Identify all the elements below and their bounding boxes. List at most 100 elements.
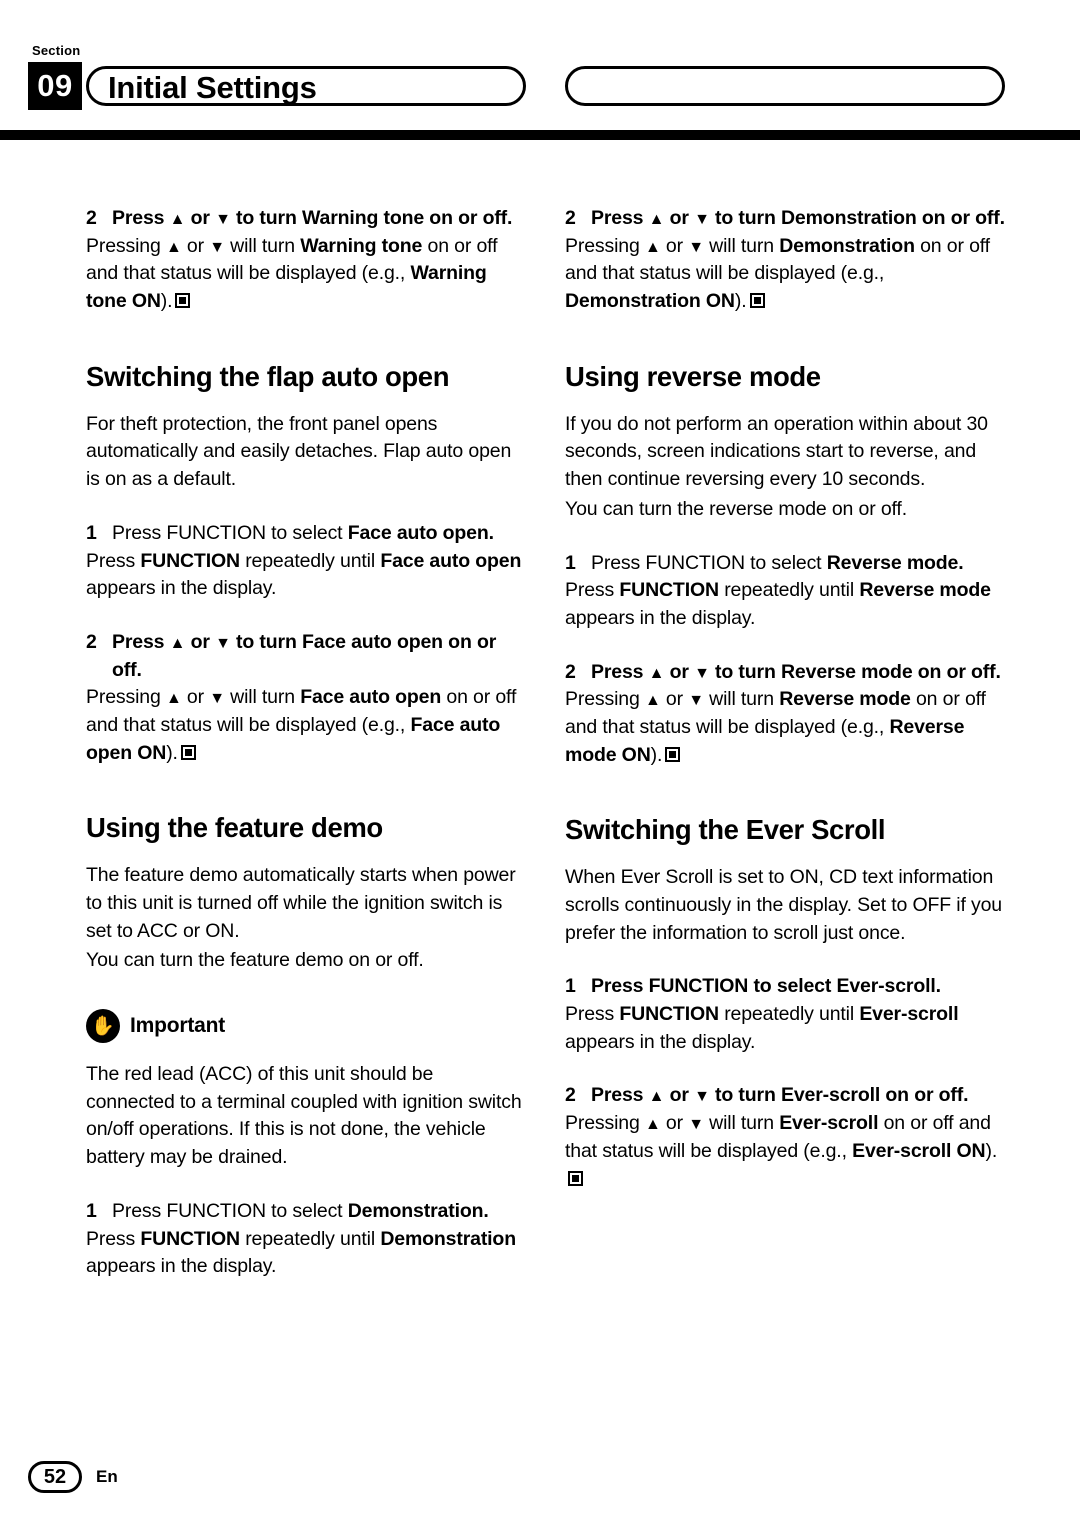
text-p3: appears in the display. bbox=[86, 577, 277, 600]
step-text: Press FUNCTION to select Ever-scroll. bbox=[591, 975, 941, 998]
end-marker-icon bbox=[175, 293, 191, 309]
step-text-b: to turn Ever-scroll on or off. bbox=[709, 1084, 969, 1107]
end-marker-icon bbox=[568, 1170, 583, 1186]
ever-step1-body: Press FUNCTION repeatedly until Ever-scr… bbox=[565, 1001, 1005, 1056]
step-text: Press FUNCTION to select Reverse mode. bbox=[591, 550, 1005, 578]
down-arrow-icon: ▼ bbox=[209, 238, 225, 256]
text-bold1: Face auto open bbox=[300, 686, 442, 709]
step-text-bold: Face auto open. bbox=[347, 521, 494, 544]
page-header: Section 09 Initial Settings bbox=[0, 0, 1080, 140]
section-label: Section bbox=[32, 43, 81, 58]
up-arrow-icon: ▲ bbox=[648, 211, 665, 228]
text-or: or bbox=[660, 234, 689, 257]
text-or: or bbox=[181, 686, 210, 709]
demonstration-body: Pressing ▲ or ▼ will turn Demonstration … bbox=[565, 233, 1005, 316]
text-p2: repeatedly until bbox=[718, 579, 860, 602]
flap-step1-body: Press FUNCTION repeatedly until Face aut… bbox=[86, 548, 526, 603]
text-p2: will turn bbox=[703, 1112, 780, 1135]
down-arrow-icon: ▼ bbox=[209, 690, 225, 708]
step-number: 2 bbox=[565, 1084, 576, 1107]
up-arrow-icon: ▲ bbox=[165, 690, 182, 708]
text-bold1: FUNCTION bbox=[619, 1003, 719, 1026]
step-text: Press ▲ or ▼ to turn Demonstration on or… bbox=[591, 205, 1005, 233]
text-p1: Pressing bbox=[565, 234, 645, 257]
down-arrow-icon: ▼ bbox=[688, 1116, 704, 1134]
text-p2: repeatedly until bbox=[718, 1003, 860, 1026]
down-arrow-icon: ▼ bbox=[688, 692, 704, 710]
step-text-bold: Demonstration. bbox=[347, 1199, 489, 1222]
text-p4: ). bbox=[650, 743, 663, 766]
step-text-or: or bbox=[185, 207, 216, 229]
text-p1: Pressing bbox=[565, 1112, 645, 1135]
step-text-a: Press bbox=[112, 207, 170, 229]
up-arrow-icon: ▲ bbox=[644, 1116, 661, 1134]
text-p4: ). bbox=[985, 1139, 998, 1162]
step-text-b: to turn Reverse mode on or off. bbox=[709, 660, 1001, 683]
step-text-reg: Press FUNCTION to select bbox=[591, 551, 827, 574]
step-warning-tone: 2 Press ▲ or ▼ to turn Warning tone on o… bbox=[86, 205, 526, 233]
text-bold2: Ever-scroll bbox=[859, 1003, 959, 1026]
text-p2: will turn bbox=[224, 234, 301, 257]
step-text-reg: Press FUNCTION to select bbox=[112, 1199, 348, 1222]
step-text-or: or bbox=[664, 207, 695, 229]
step-number: 2 bbox=[86, 207, 97, 229]
step-number: 1 bbox=[565, 551, 576, 574]
step-ever-2: 2 Press ▲ or ▼ to turn Ever-scroll on or… bbox=[565, 1082, 1005, 1110]
text-p1: Pressing bbox=[565, 688, 645, 711]
page-language: En bbox=[96, 1467, 118, 1486]
demo-intro2: You can turn the feature demo on or off. bbox=[86, 949, 424, 972]
page-title: Initial Settings bbox=[108, 70, 317, 105]
ever-step2-body: Pressing ▲ or ▼ will turn Ever-scroll on… bbox=[565, 1110, 1005, 1193]
down-arrow-icon: ▼ bbox=[215, 211, 231, 228]
up-arrow-icon: ▲ bbox=[169, 211, 186, 228]
down-arrow-icon: ▼ bbox=[215, 634, 231, 652]
step-text: Press FUNCTION to select Demonstration. bbox=[112, 1198, 526, 1226]
step-text-a: Press bbox=[591, 1084, 649, 1107]
text-p4: ). bbox=[734, 290, 747, 313]
text-or: or bbox=[660, 688, 689, 711]
text-p2: will turn bbox=[703, 234, 780, 257]
text-p3: appears in the display. bbox=[86, 1255, 277, 1278]
step-number: 1 bbox=[565, 975, 576, 998]
step-reverse-1: 1 Press FUNCTION to select Reverse mode. bbox=[565, 550, 1005, 578]
text-p1: Press bbox=[86, 1227, 141, 1250]
text-or: or bbox=[660, 1112, 689, 1135]
text-p1: Press bbox=[86, 549, 141, 572]
text-p2: will turn bbox=[224, 686, 301, 709]
text-bold1: FUNCTION bbox=[140, 549, 240, 572]
text-bold1: Reverse mode bbox=[779, 688, 911, 711]
flap-step2-body: Pressing ▲ or ▼ will turn Face auto open… bbox=[86, 684, 526, 767]
up-arrow-icon: ▲ bbox=[644, 238, 661, 256]
demo-intro: The feature demo automatically starts wh… bbox=[86, 864, 516, 942]
page-number-badge: 52 bbox=[28, 1461, 82, 1493]
step-text-or: or bbox=[664, 660, 695, 683]
text-or: or bbox=[181, 234, 210, 257]
text-p1: Pressing bbox=[86, 234, 166, 257]
text-bold2: Demonstration bbox=[380, 1227, 516, 1250]
step-number: 2 bbox=[565, 660, 576, 683]
reverse-step1-body: Press FUNCTION repeatedly until Reverse … bbox=[565, 577, 1005, 632]
text-bold2: Face auto open bbox=[380, 549, 522, 572]
text-p3: appears in the display. bbox=[565, 1030, 756, 1053]
step-number: 1 bbox=[86, 1199, 97, 1222]
step-number: 1 bbox=[86, 521, 97, 544]
important-body: The red lead (ACC) of this unit should b… bbox=[86, 1063, 522, 1169]
step-text-a: Press bbox=[591, 207, 649, 229]
step-text: Press FUNCTION to select Face auto open. bbox=[112, 520, 526, 548]
header-rule bbox=[0, 130, 1080, 140]
text-bold2: Reverse mode bbox=[859, 579, 991, 602]
demo-step1-body: Press FUNCTION repeatedly until Demonstr… bbox=[86, 1226, 526, 1281]
step-demo-1: 1 Press FUNCTION to select Demonstration… bbox=[86, 1198, 526, 1226]
step-text-b: to turn Warning tone on or off. bbox=[230, 207, 513, 229]
up-arrow-icon: ▲ bbox=[648, 1088, 665, 1106]
important-callout: ✋ Important bbox=[86, 1009, 526, 1044]
text-p4: ). bbox=[160, 290, 173, 313]
step-text-a: Press bbox=[112, 630, 170, 653]
important-label: Important bbox=[130, 1014, 226, 1038]
heading-reverse-mode: Using reverse mode bbox=[565, 360, 821, 392]
step-text: Press ▲ or ▼ to turn Ever-scroll on or o… bbox=[591, 1082, 1005, 1110]
step-flap-2: 2 Press ▲ or ▼ to turn Face auto open on… bbox=[86, 629, 526, 684]
right-column: 2 Press ▲ or ▼ to turn Demonstration on … bbox=[565, 205, 1005, 1195]
text-p2: repeatedly until bbox=[239, 549, 381, 572]
end-marker-icon bbox=[180, 744, 196, 760]
